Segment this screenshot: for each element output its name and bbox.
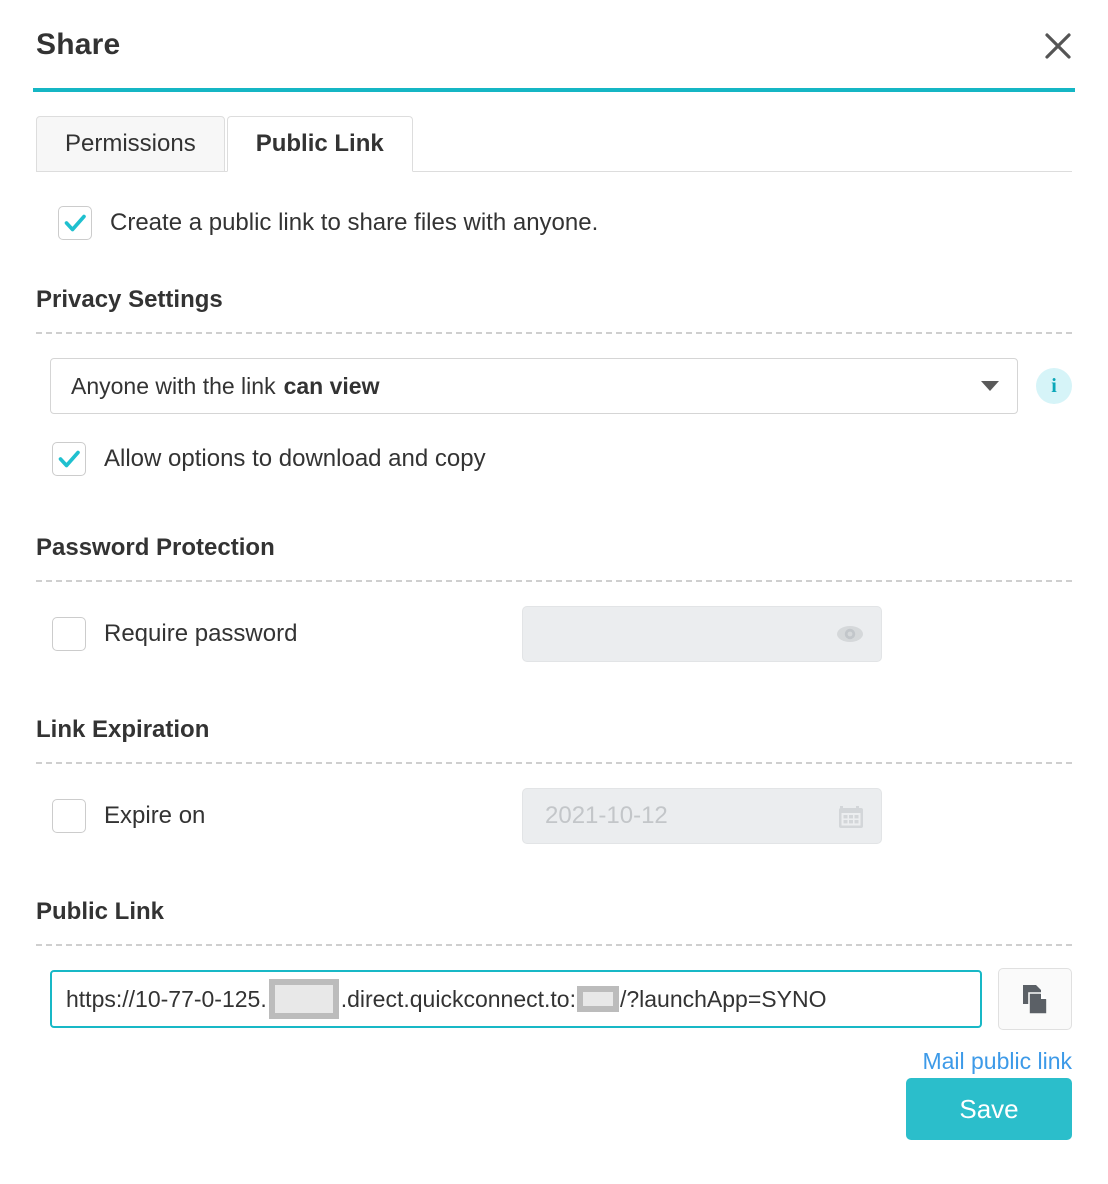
close-icon[interactable] — [1036, 24, 1080, 68]
copy-icon — [1023, 985, 1048, 1015]
dialog-body: Create a public link to share files with… — [0, 206, 1108, 1075]
password-input[interactable] — [522, 606, 882, 662]
redacted-port — [576, 986, 619, 1012]
privacy-select-prefix: Anyone with the link — [71, 372, 276, 399]
create-public-link-checkbox[interactable] — [58, 206, 92, 240]
allow-download-checkbox[interactable] — [52, 442, 86, 476]
public-link-url-part3: /?launchApp=SYNO — [619, 985, 827, 1012]
public-link-row: https://10-77-0-125. .direct.quickconnec… — [36, 968, 1072, 1030]
redacted-host — [268, 979, 339, 1019]
tab-bar: Permissions Public Link — [0, 116, 1108, 172]
expire-on-row: Expire on 2021-10-12 — [36, 788, 1072, 844]
expire-date-value: 2021-10-12 — [545, 802, 668, 829]
public-link-heading: Public Link — [36, 898, 165, 925]
calendar-icon[interactable] — [837, 802, 865, 830]
privacy-select-row: Anyone with the link can view i — [36, 358, 1072, 414]
create-public-link-label: Create a public link to share files with… — [110, 209, 599, 236]
public-link-divider — [36, 944, 1072, 946]
page-title: Share — [36, 28, 121, 61]
dialog-header: Share — [0, 0, 1108, 90]
check-icon — [58, 450, 80, 468]
password-divider — [36, 580, 1072, 582]
dialog-footer: Save — [0, 1034, 1108, 1184]
link-expiration-heading: Link Expiration — [36, 716, 210, 743]
expire-on-label: Expire on — [104, 802, 206, 829]
tab-permissions[interactable]: Permissions — [36, 116, 225, 172]
privacy-settings-heading: Privacy Settings — [36, 286, 223, 313]
password-protection-heading: Password Protection — [36, 534, 275, 561]
require-password-label: Require password — [104, 620, 298, 647]
privacy-divider — [36, 332, 1072, 334]
create-public-link-row[interactable]: Create a public link to share files with… — [36, 206, 1072, 240]
expire-date-input[interactable]: 2021-10-12 — [522, 788, 882, 844]
check-icon — [64, 214, 86, 232]
share-dialog: Share Permissions Public Link Create a p… — [0, 0, 1108, 1184]
public-link-url-part1: https://10-77-0-125. — [66, 985, 267, 1012]
copy-link-button[interactable] — [998, 968, 1072, 1030]
allow-download-row[interactable]: Allow options to download and copy — [36, 442, 1072, 476]
expiration-divider — [36, 762, 1072, 764]
require-password-row: Require password — [36, 606, 1072, 662]
privacy-select[interactable]: Anyone with the link can view — [50, 358, 1018, 414]
public-link-url-part2: .direct.quickconnect.to: — [340, 985, 576, 1012]
save-button[interactable]: Save — [906, 1078, 1072, 1140]
require-password-checkbox[interactable] — [52, 617, 86, 651]
public-link-input[interactable]: https://10-77-0-125. .direct.quickconnec… — [50, 970, 982, 1028]
chevron-down-icon — [981, 381, 999, 391]
expire-on-checkbox[interactable] — [52, 799, 86, 833]
privacy-select-value: can view — [283, 372, 380, 399]
allow-download-label: Allow options to download and copy — [104, 445, 486, 472]
eye-icon[interactable] — [835, 622, 865, 646]
tab-public-link[interactable]: Public Link — [226, 116, 413, 172]
info-icon[interactable]: i — [1036, 368, 1072, 404]
accent-bar — [33, 88, 1075, 92]
